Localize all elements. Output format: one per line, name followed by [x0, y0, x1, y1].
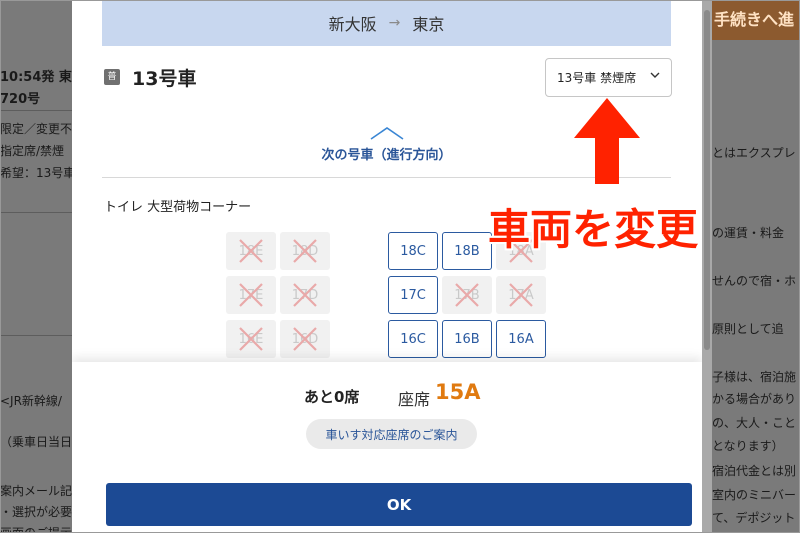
background-text: 720号	[0, 92, 41, 107]
background-text: 10:54発 東	[0, 70, 72, 85]
unavailable-x-icon	[239, 239, 263, 263]
background-text: の運賃・料金	[712, 226, 785, 240]
background-divider	[0, 110, 72, 111]
car-title: 13号車	[132, 68, 197, 90]
chevron-down-icon	[649, 69, 661, 84]
selection-summary-panel: あと0席 座席 15A 車いす対応座席のご案内 OK	[72, 362, 702, 533]
seat-16C[interactable]: 16C	[388, 320, 438, 358]
seat-17B: 17B	[442, 276, 492, 314]
seat-16B[interactable]: 16B	[442, 320, 492, 358]
seat-17E: 17E	[226, 276, 276, 314]
background-text: の、大人・こと	[712, 416, 797, 430]
background-text: （乗車日当日	[0, 435, 72, 449]
remaining-seats: あと0席	[304, 388, 360, 406]
background-text: となります）	[712, 439, 784, 453]
seat-label: 18B	[454, 243, 480, 259]
seat-label: 18C	[400, 243, 426, 259]
selected-seat-label: 座席	[398, 390, 431, 409]
unavailable-x-icon	[293, 239, 317, 263]
departure-station: 新大阪	[328, 15, 377, 34]
red-arrow-up-icon	[574, 98, 640, 184]
seat-17A: 17A	[496, 276, 546, 314]
unavailable-x-icon	[509, 283, 533, 307]
car-header: 普 13号車 13号車 禁煙席	[102, 58, 672, 98]
seat-label: 16A	[508, 331, 534, 347]
route-bar: 新大阪 → 東京	[102, 0, 671, 46]
seat-17C[interactable]: 17C	[388, 276, 438, 314]
seat-label: 17C	[400, 287, 426, 303]
background-text: 画面のご提示	[0, 526, 72, 533]
seat-selection-modal: 新大阪 → 東京 普 13号車 13号車 禁煙席 次の号車（進行方向） トイレ …	[72, 0, 702, 533]
unavailable-x-icon	[239, 327, 263, 351]
background-text: <JR新幹線/	[0, 394, 62, 408]
background-text: せんので宿・ホ	[712, 274, 797, 288]
facility-label: トイレ 大型荷物コーナー	[104, 200, 252, 215]
unavailable-x-icon	[293, 327, 317, 351]
background-text: 子様は、宿泊施	[712, 370, 797, 384]
seat-18C[interactable]: 18C	[388, 232, 438, 270]
route-arrow-icon: →	[388, 15, 401, 31]
car-type-badge: 普	[104, 69, 120, 85]
proceed-button-background: 手続きへ進	[712, 0, 800, 40]
background-text: 室内のミニバー	[712, 488, 797, 502]
ok-button[interactable]: OK	[106, 483, 692, 526]
seat-label: 16B	[454, 331, 480, 347]
seat-18B[interactable]: 18B	[442, 232, 492, 270]
arrival-station: 東京	[412, 15, 445, 34]
seat-16A[interactable]: 16A	[496, 320, 546, 358]
unavailable-x-icon	[239, 283, 263, 307]
background-text: とはエクスプレ	[712, 146, 796, 160]
background-divider	[0, 212, 72, 213]
background-text: 案内メール記	[0, 484, 72, 498]
background-text: かる場合があり	[712, 392, 797, 406]
scrollbar-thumb[interactable]	[704, 10, 710, 350]
chevron-up-icon	[370, 127, 403, 140]
unavailable-x-icon	[455, 283, 479, 307]
unavailable-x-icon	[293, 283, 317, 307]
background-page-left: 10:54発 東 720号 限定／変更不 指定席/禁煙 希望：13号車 <JR新…	[0, 0, 72, 533]
change-car-annotation: 車両を変更	[488, 205, 699, 254]
seat-18D: 18D	[280, 232, 330, 270]
background-text: 指定席/禁煙	[0, 144, 65, 158]
selected-seat-value: 15A	[435, 380, 481, 404]
background-divider	[0, 335, 72, 336]
seat-label: 16C	[400, 331, 426, 347]
seat-16D: 16D	[280, 320, 330, 358]
background-page-right: 手続きへ進 とはエクスプレ の運賃・料金 せんので宿・ホ 原則として追 子様は、…	[712, 0, 800, 533]
background-text: 宿泊代金とは別	[712, 464, 797, 478]
wheelchair-seat-guide-button[interactable]: 車いす対応座席のご案内	[306, 419, 477, 449]
background-text: て、デポジット	[712, 511, 796, 525]
background-text: 原則として追	[712, 322, 784, 336]
seat-16E: 16E	[226, 320, 276, 358]
background-text: 希望：13号車	[0, 166, 72, 180]
background-text: ・選択が必要	[0, 505, 72, 519]
seat-18E: 18E	[226, 232, 276, 270]
background-text: 限定／変更不	[0, 122, 72, 136]
car-select-dropdown[interactable]: 13号車 禁煙席	[545, 58, 672, 97]
car-select-value: 13号車 禁煙席	[557, 71, 637, 85]
seat-17D: 17D	[280, 276, 330, 314]
